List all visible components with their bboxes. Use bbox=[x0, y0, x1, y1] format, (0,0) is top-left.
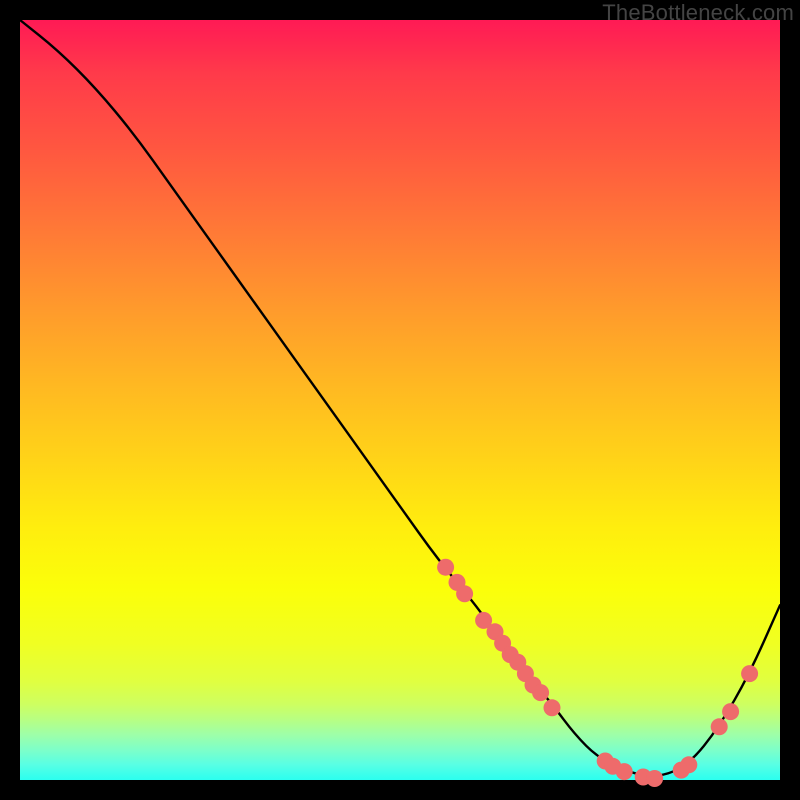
chart-frame bbox=[20, 20, 780, 780]
data-marker bbox=[680, 756, 697, 773]
data-marker bbox=[741, 665, 758, 682]
data-marker bbox=[711, 718, 728, 735]
data-marker bbox=[456, 585, 473, 602]
data-marker bbox=[544, 699, 561, 716]
data-marker bbox=[437, 559, 454, 576]
chart-svg bbox=[20, 20, 780, 780]
data-marker bbox=[646, 770, 663, 787]
data-marker bbox=[722, 703, 739, 720]
marker-group bbox=[437, 559, 758, 787]
data-marker bbox=[616, 763, 633, 780]
bottleneck-curve bbox=[20, 20, 780, 776]
curve-group bbox=[20, 20, 780, 776]
attribution-text: TheBottleneck.com bbox=[602, 0, 794, 26]
data-marker bbox=[532, 684, 549, 701]
